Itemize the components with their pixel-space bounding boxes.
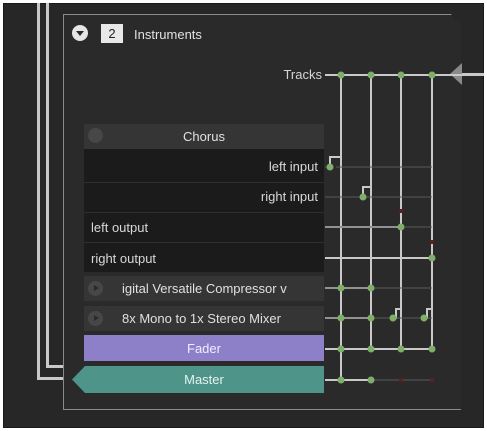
matrix-node (367, 71, 375, 79)
matrix-node (337, 284, 345, 292)
matrix-node (326, 163, 334, 171)
matrix-node (397, 345, 405, 353)
matrix-node (367, 376, 375, 384)
matrix-node (428, 345, 436, 353)
matrix-node-off (399, 378, 403, 382)
matrix-node (337, 376, 345, 384)
matrix-node (359, 193, 367, 201)
matrix-node (428, 254, 436, 262)
matrix-node (337, 71, 345, 79)
matrix-node (367, 345, 375, 353)
matrix-node-off (430, 240, 434, 244)
matrix-node (337, 314, 345, 322)
matrix-node (389, 314, 397, 322)
routing-matrix[interactable] (0, 0, 487, 431)
matrix-node-off (399, 209, 403, 213)
matrix-node (397, 223, 405, 231)
matrix-node (420, 314, 428, 322)
matrix-node (367, 314, 375, 322)
matrix-node (367, 284, 375, 292)
matrix-node (428, 71, 436, 79)
matrix-node-off (430, 378, 434, 382)
matrix-node (397, 71, 405, 79)
matrix-node (337, 345, 345, 353)
